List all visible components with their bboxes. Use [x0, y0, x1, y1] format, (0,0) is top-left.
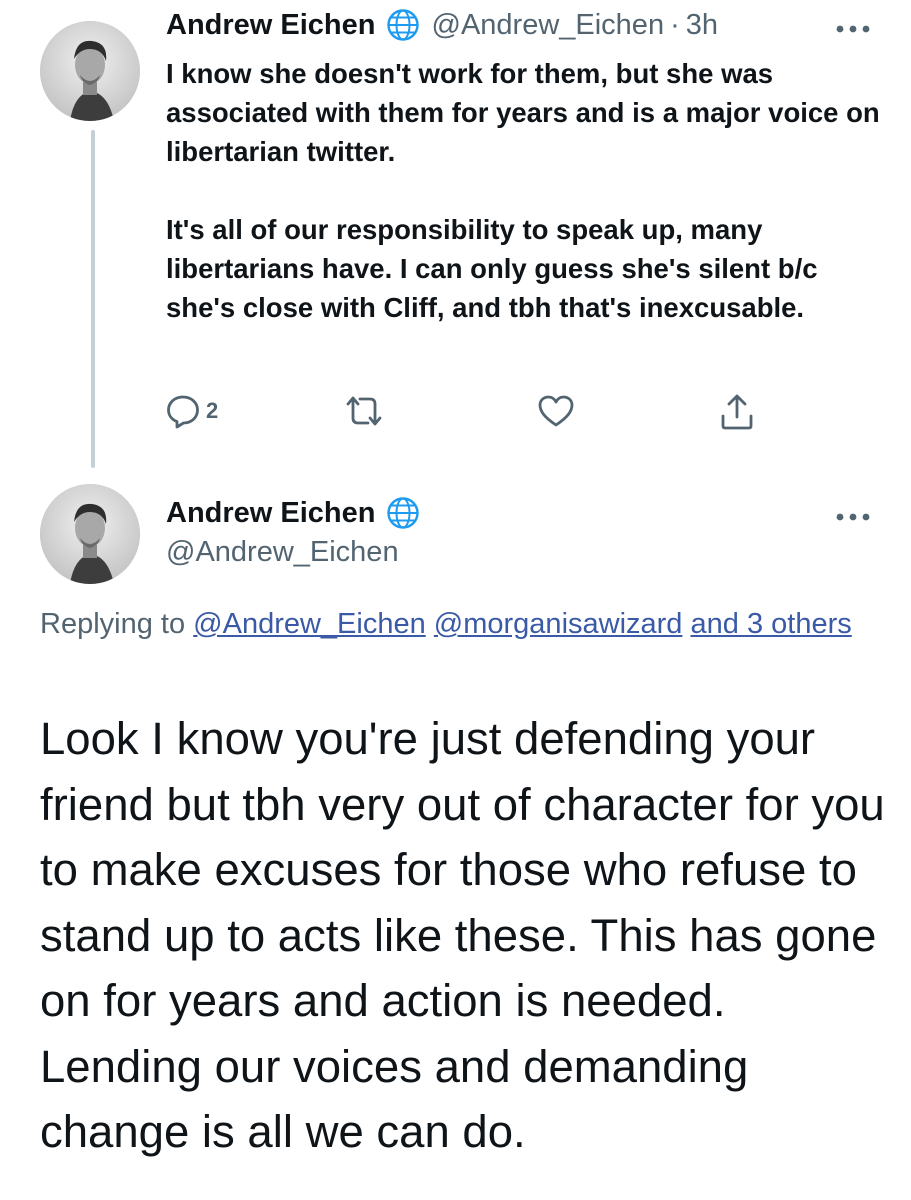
like-button[interactable] — [536, 392, 576, 430]
author-name[interactable]: Andrew Eichen — [166, 9, 376, 42]
tweet-header: Andrew Eichen @Andrew_Eichen · 3h — [166, 8, 718, 42]
mention-link[interactable]: @Andrew_Eichen — [193, 608, 426, 640]
tweet-text: Look I know you're just defending your f… — [40, 713, 885, 1157]
timestamp[interactable]: 3h — [686, 9, 718, 42]
mention-link[interactable]: @morganisawizard — [434, 608, 683, 640]
retweet-button[interactable] — [342, 392, 386, 430]
author-handle[interactable]: @Andrew_Eichen — [166, 536, 399, 569]
tweet-text: I know she doesn't work for them, but sh… — [166, 54, 886, 327]
author-handle[interactable]: @Andrew_Eichen — [432, 9, 665, 42]
avatar[interactable] — [40, 484, 140, 584]
author-name[interactable]: Andrew Eichen — [166, 497, 376, 530]
globe-icon — [386, 8, 420, 42]
reply-button[interactable]: 2 — [164, 392, 218, 430]
share-button[interactable] — [718, 392, 756, 432]
tweet-paragraph: I know she doesn't work for them, but sh… — [166, 58, 880, 167]
others-link[interactable]: and 3 others — [691, 608, 852, 640]
reply-icon — [164, 392, 202, 430]
tweet-paragraph: It's all of our responsibility to speak … — [166, 214, 818, 323]
share-icon — [718, 392, 756, 432]
reply-count: 2 — [206, 398, 219, 423]
replying-prefix: Replying to — [40, 608, 194, 640]
tweet-header: Andrew Eichen — [166, 496, 420, 530]
replying-to: Replying to @Andrew_Eichen @morganisawiz… — [40, 602, 880, 646]
retweet-icon — [342, 392, 386, 430]
more-icon[interactable] — [834, 22, 874, 34]
like-icon — [536, 392, 576, 430]
avatar[interactable] — [40, 21, 140, 121]
globe-icon — [386, 496, 420, 530]
more-icon[interactable] — [834, 510, 874, 522]
separator-dot: · — [670, 8, 680, 41]
tweet-actions: 2 — [164, 392, 764, 432]
thread-line — [91, 130, 95, 468]
